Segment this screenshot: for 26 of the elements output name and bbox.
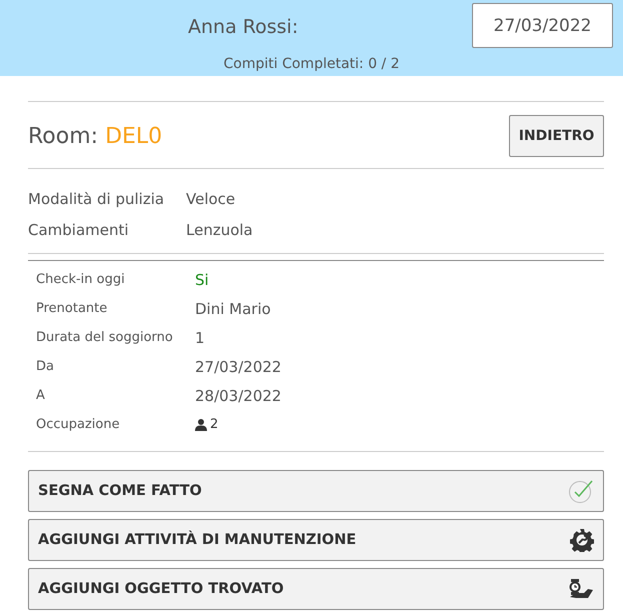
- detail-label: A: [36, 388, 46, 403]
- checkin-status: Si: [195, 270, 209, 288]
- action-button[interactable]: AGGIUNGI ATTIVITÀ DI MANUTENZIONE: [28, 519, 604, 561]
- detail-value: Dini Mario: [195, 300, 271, 318]
- room-title: Room: DEL0: [28, 124, 162, 148]
- detail-value: 27/03/2022: [195, 358, 282, 376]
- detail-value: 1: [195, 328, 205, 346]
- user-name: Anna Rossi:: [188, 16, 300, 38]
- detail-label: Da: [36, 359, 55, 374]
- back-button[interactable]: INDIETRO: [509, 115, 604, 157]
- detail-value: 28/03/2022: [195, 386, 282, 404]
- field-label: Cambiamenti: [28, 220, 130, 238]
- field-value: Veloce: [186, 190, 236, 208]
- action-button[interactable]: AGGIUNGI OGGETTO TROVATO: [28, 568, 604, 610]
- date-field[interactable]: 27/03/2022: [472, 3, 613, 48]
- gear-wrench-icon: [570, 528, 594, 552]
- detail-label: Durata del soggiorno: [36, 330, 174, 345]
- field-value: Lenzuola: [186, 220, 253, 238]
- watch-hand-icon: [568, 577, 594, 601]
- detail-label: Occupazione: [36, 417, 121, 432]
- field-label: Modalità di pulizia: [28, 190, 166, 208]
- action-button[interactable]: SEGNA COME FATTO: [28, 470, 604, 512]
- check-circle-icon: [568, 478, 594, 504]
- detail-label: Check-in oggi: [36, 272, 126, 287]
- guest-count: 2: [210, 417, 218, 432]
- detail-label: Prenotante: [36, 301, 108, 316]
